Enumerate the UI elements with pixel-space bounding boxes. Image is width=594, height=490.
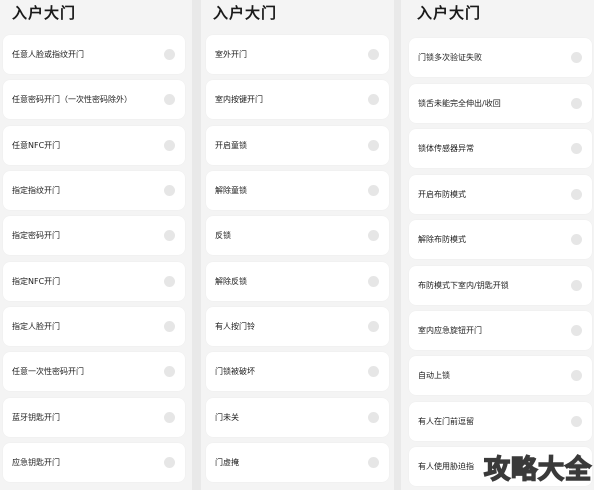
item-label: 指定NFC开门 [12, 277, 61, 286]
item-label: 任意密码开门（一次性密码除外） [12, 95, 132, 104]
list-item[interactable]: 门未关 [206, 398, 389, 437]
item-label: 门未关 [215, 413, 239, 422]
toggle-switch[interactable] [368, 230, 379, 241]
toggle-switch[interactable] [571, 416, 582, 427]
list-item[interactable]: 门虚掩 [206, 443, 389, 482]
item-label: 解除童锁 [215, 186, 247, 195]
item-label: 锁体传感器异常 [418, 144, 474, 153]
item-label: 有人按门铃 [215, 322, 255, 331]
list-item[interactable]: 指定密码开门 [3, 216, 185, 255]
list-item[interactable]: 指定NFC开门 [3, 262, 185, 301]
toggle-switch[interactable] [164, 457, 175, 468]
item-label: 自动上锁 [418, 371, 450, 380]
toggle-switch[interactable] [368, 412, 379, 423]
panel-title: 入户大门 [417, 4, 482, 22]
toggle-switch[interactable] [571, 189, 582, 200]
item-label: 室外开门 [215, 50, 247, 59]
toggle-switch[interactable] [164, 185, 175, 196]
toggle-switch[interactable] [571, 98, 582, 109]
item-label: 任意一次性密码开门 [12, 367, 84, 376]
toggle-switch[interactable] [368, 457, 379, 468]
item-label: 有人在门前逗留 [418, 417, 474, 426]
toggle-switch[interactable] [571, 52, 582, 63]
toggle-switch[interactable] [164, 230, 175, 241]
list-item[interactable]: 反锁 [206, 216, 389, 255]
toggle-switch[interactable] [368, 366, 379, 377]
item-label: 指定密码开门 [12, 231, 60, 240]
item-label: 指定指纹开门 [12, 186, 60, 195]
item-label: 门锁多次验证失败 [418, 53, 482, 62]
toggle-switch[interactable] [368, 185, 379, 196]
list-item[interactable]: 有人按门铃 [206, 307, 389, 346]
toggle-switch[interactable] [164, 94, 175, 105]
toggle-switch[interactable] [368, 49, 379, 60]
list-item[interactable]: 任意一次性密码开门 [3, 352, 185, 391]
list-item[interactable]: 开启布防模式 [409, 175, 592, 214]
toggle-switch[interactable] [368, 321, 379, 332]
list-item[interactable]: 有人在门前逗留 [409, 402, 592, 441]
item-label: 任意人脸或指纹开门 [12, 50, 84, 59]
item-label: 蓝牙钥匙开门 [12, 413, 60, 422]
panel-title: 入户大门 [213, 4, 278, 22]
item-label: 布防模式下室内/钥匙开锁 [418, 281, 509, 290]
item-label: 任意NFC开门 [12, 141, 61, 150]
list-item[interactable]: 蓝牙钥匙开门 [3, 398, 185, 437]
item-label: 解除反锁 [215, 277, 247, 286]
list-item[interactable]: 任意密码开门（一次性密码除外） [3, 80, 185, 119]
watermark: 攻略大全 [483, 454, 592, 486]
item-label: 室内按键开门 [215, 95, 263, 104]
list-item[interactable]: 室内应急旋钮开门 [409, 311, 592, 350]
toggle-switch[interactable] [164, 140, 175, 151]
automation-panel-1: 入户大门 任意人脸或指纹开门 任意密码开门（一次性密码除外） 任意NFC开门 指… [0, 0, 192, 490]
toggle-switch[interactable] [571, 143, 582, 154]
list-item[interactable]: 任意人脸或指纹开门 [3, 35, 185, 74]
item-label: 有人使用胁迫指 [418, 462, 474, 471]
list-item[interactable]: 门锁被破坏 [206, 352, 389, 391]
item-label: 反锁 [215, 231, 231, 240]
toggle-switch[interactable] [368, 276, 379, 287]
list-item[interactable]: 门锁多次验证失败 [409, 38, 592, 77]
toggle-switch[interactable] [571, 325, 582, 336]
toggle-switch[interactable] [368, 140, 379, 151]
item-label: 门锁被破坏 [215, 367, 255, 376]
item-label: 开启童锁 [215, 141, 247, 150]
list-item[interactable]: 任意NFC开门 [3, 126, 185, 165]
list-item[interactable]: 自动上锁 [409, 356, 592, 395]
toggle-switch[interactable] [368, 94, 379, 105]
list-item[interactable]: 应急钥匙开门 [3, 443, 185, 482]
toggle-switch[interactable] [164, 276, 175, 287]
list-item[interactable]: 开启童锁 [206, 126, 389, 165]
list-item[interactable]: 锁舌未能完全伸出/收回 [409, 84, 592, 123]
list-item[interactable]: 锁体传感器异常 [409, 129, 592, 168]
item-label: 应急钥匙开门 [12, 458, 60, 467]
list-item[interactable]: 布防模式下室内/钥匙开锁 [409, 266, 592, 305]
list-item[interactable]: 解除反锁 [206, 262, 389, 301]
toggle-switch[interactable] [164, 321, 175, 332]
item-label: 指定人脸开门 [12, 322, 60, 331]
toggle-switch[interactable] [571, 234, 582, 245]
toggle-switch[interactable] [571, 370, 582, 381]
toggle-switch[interactable] [164, 366, 175, 377]
item-label: 解除布防模式 [418, 235, 466, 244]
list-item[interactable]: 解除布防模式 [409, 220, 592, 259]
automation-panel-3: 入户大门 门锁多次验证失败 锁舌未能完全伸出/收回 锁体传感器异常 开启布防模式… [401, 0, 594, 490]
toggle-switch[interactable] [571, 280, 582, 291]
item-label: 门虚掩 [215, 458, 239, 467]
item-label: 锁舌未能完全伸出/收回 [418, 99, 501, 108]
list-item[interactable]: 室外开门 [206, 35, 389, 74]
toggle-switch[interactable] [164, 49, 175, 60]
list-item[interactable]: 解除童锁 [206, 171, 389, 210]
list-item[interactable]: 指定人脸开门 [3, 307, 185, 346]
list-item[interactable]: 指定指纹开门 [3, 171, 185, 210]
toggle-switch[interactable] [164, 412, 175, 423]
item-label: 室内应急旋钮开门 [418, 326, 482, 335]
list-item[interactable]: 室内按键开门 [206, 80, 389, 119]
item-label: 开启布防模式 [418, 190, 466, 199]
panel-title: 入户大门 [12, 4, 77, 22]
automation-panel-2: 入户大门 室外开门 室内按键开门 开启童锁 解除童锁 反锁 解除反锁 有人按门铃… [201, 0, 394, 490]
